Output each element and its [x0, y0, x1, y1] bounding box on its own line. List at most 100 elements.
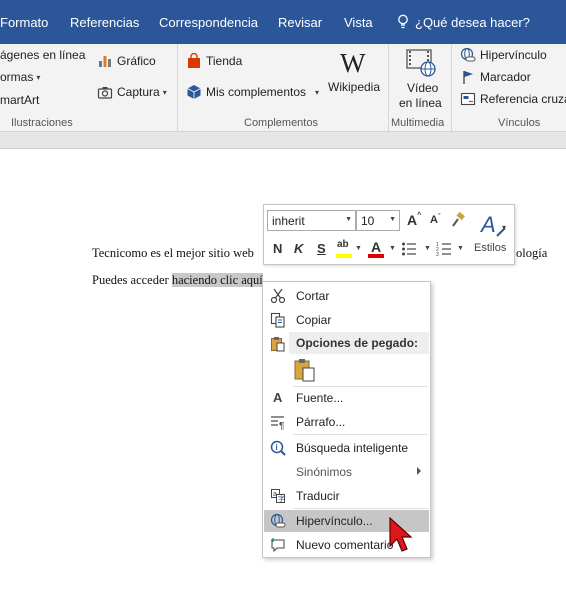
svg-text:字: 字	[278, 494, 285, 503]
camera-icon	[97, 87, 113, 99]
store-bag-icon	[188, 53, 200, 68]
link-globe-icon	[460, 47, 476, 62]
menu-item-translate[interactable]: a 字 Traducir	[264, 485, 429, 507]
font-color-icon[interactable]: A	[368, 239, 386, 259]
font-a-icon: A	[273, 390, 283, 405]
online-video-icon[interactable]	[405, 48, 437, 78]
cross-reference-button[interactable]: Referencia cruzad	[460, 91, 566, 107]
screenshot-label: Captura	[117, 85, 160, 99]
document-line-1[interactable]: Tecnicomo es el mejor sitio web	[92, 246, 254, 261]
paragraph-icon: ¶	[271, 416, 284, 430]
menu-label: Párrafo...	[296, 415, 346, 429]
shapes-label: ormas	[0, 70, 34, 84]
tab-formato[interactable]: Formato	[0, 15, 48, 30]
menu-separator	[293, 508, 428, 509]
document-text: Puedes acceder	[92, 273, 172, 287]
online-video-label-line2: en línea	[399, 96, 442, 110]
group-label-media: Multimedia	[391, 117, 445, 129]
tell-me-search[interactable]: ¿Qué desea hacer?	[415, 15, 530, 30]
menu-item-cut[interactable]: Cortar	[264, 285, 429, 307]
ribbon-tab-bar: Formato Referencias Correspondencia Revi…	[0, 0, 566, 44]
format-painter-icon[interactable]	[450, 212, 466, 228]
bullets-icon[interactable]	[401, 241, 417, 257]
grow-font-icon[interactable]: A^	[407, 212, 421, 228]
store-button[interactable]: Tienda	[186, 53, 242, 69]
tab-vista[interactable]: Vista	[344, 15, 373, 30]
svg-text:i: i	[276, 443, 278, 452]
styles-label[interactable]: Estilos	[474, 242, 506, 254]
styles-icon[interactable]: A ▾	[479, 210, 509, 240]
chevron-down-icon[interactable]: ▼	[424, 245, 431, 252]
smart-lookup-icon: i	[270, 440, 286, 456]
menu-item-synonyms[interactable]: Sinónimos	[264, 461, 429, 483]
paste-options-label: Opciones de pegado:	[296, 336, 419, 350]
chart-button[interactable]: Gráfico	[97, 53, 156, 69]
font-name-value: inherit	[272, 214, 305, 228]
ribbon-insert: ágenes en línea ormas ▾ martArt Gráfico C…	[0, 44, 566, 132]
shapes-button[interactable]: ormas ▾	[0, 70, 40, 84]
group-separator	[451, 44, 452, 132]
wikipedia-label[interactable]: Wikipedia	[328, 80, 380, 95]
addins-icon	[187, 85, 201, 99]
cross-reference-label: Referencia cruzad	[480, 92, 566, 106]
chevron-down-icon[interactable]: ▼	[355, 245, 362, 252]
smartart-button[interactable]: martArt	[0, 93, 39, 107]
document-line-2[interactable]: Puedes acceder haciendo clic aquí	[92, 273, 263, 288]
online-images-button[interactable]: ágenes en línea	[0, 48, 85, 62]
hyperlink-ribbon-button[interactable]: Hipervínculo	[460, 47, 547, 63]
online-video-label-line1: Vídeo	[407, 81, 439, 95]
group-separator	[177, 44, 178, 132]
document-text: Tecnicomo es el mejor sitio web	[92, 246, 254, 260]
svg-text:3: 3	[436, 252, 439, 257]
my-addins-label: Mis complementos	[206, 85, 307, 99]
cross-reference-icon	[460, 92, 476, 106]
paste-keep-source-button[interactable]	[293, 358, 317, 382]
online-images-label: ágenes en línea	[0, 48, 86, 62]
shrink-font-icon[interactable]: Aˇ	[430, 214, 440, 226]
wikipedia-icon[interactable]: W	[340, 48, 365, 79]
menu-label: Fuente...	[296, 391, 344, 405]
submenu-arrow-icon	[417, 467, 421, 475]
numbering-icon[interactable]: 1 2 3	[436, 241, 452, 257]
chevron-down-icon[interactable]: ▼	[389, 245, 396, 252]
bar-chart-icon	[99, 56, 111, 67]
chevron-down-icon: ▾	[315, 87, 320, 97]
highlight-color-icon[interactable]: ab	[336, 239, 354, 259]
menu-item-smart-lookup[interactable]: i Búsqueda inteligente	[264, 437, 429, 459]
underline-icon[interactable]: S	[317, 241, 326, 256]
menu-item-paragraph[interactable]: ¶ Párrafo...	[264, 411, 429, 433]
tab-revisar[interactable]: Revisar	[278, 15, 322, 30]
menu-label: Sinónimos	[296, 465, 353, 479]
lightbulb-icon[interactable]	[397, 14, 409, 30]
mini-toolbar: inherit ▼ 10 ▼ A^ Aˇ A ▾ N K S ab ▼ A ▼ …	[263, 204, 515, 265]
screenshot-button[interactable]: Captura ▾	[97, 84, 167, 100]
bookmark-button[interactable]: Marcador	[460, 69, 531, 85]
menu-label: Traducir	[296, 489, 340, 503]
tab-referencias[interactable]: Referencias	[70, 15, 139, 30]
group-label-links: Vínculos	[498, 117, 541, 129]
menu-item-copy[interactable]: Copiar	[264, 309, 429, 331]
copy-icon	[270, 312, 285, 328]
bookmark-flag-icon	[463, 71, 473, 84]
smartart-label: martArt	[0, 93, 40, 107]
bookmark-label: Marcador	[480, 70, 531, 84]
svg-text:¶: ¶	[279, 421, 284, 430]
document-line-1-end[interactable]: ología	[516, 246, 547, 261]
menu-label: Nuevo comentario	[296, 538, 394, 552]
italic-icon[interactable]: K	[294, 241, 303, 256]
font-size-combo[interactable]: 10 ▼	[356, 210, 400, 231]
chevron-down-icon: ▼	[345, 216, 352, 223]
font-name-combo[interactable]: inherit ▼	[267, 210, 356, 231]
bold-icon[interactable]: N	[273, 241, 282, 256]
menu-item-font[interactable]: A Fuente...	[264, 387, 429, 409]
my-addins-button[interactable]: Mis complementos ▾	[186, 84, 319, 100]
tab-correspondencia[interactable]: Correspondencia	[159, 15, 258, 30]
group-label-illustrations: Ilustraciones	[11, 117, 73, 129]
chart-label: Gráfico	[117, 54, 156, 68]
menu-label: Copiar	[296, 313, 332, 327]
document-text: ología	[516, 246, 548, 260]
chevron-down-icon[interactable]: ▼	[457, 245, 464, 252]
selected-text[interactable]: haciendo clic aquí	[171, 273, 263, 287]
mouse-cursor-icon	[389, 517, 413, 552]
ruler-strip	[0, 132, 566, 149]
